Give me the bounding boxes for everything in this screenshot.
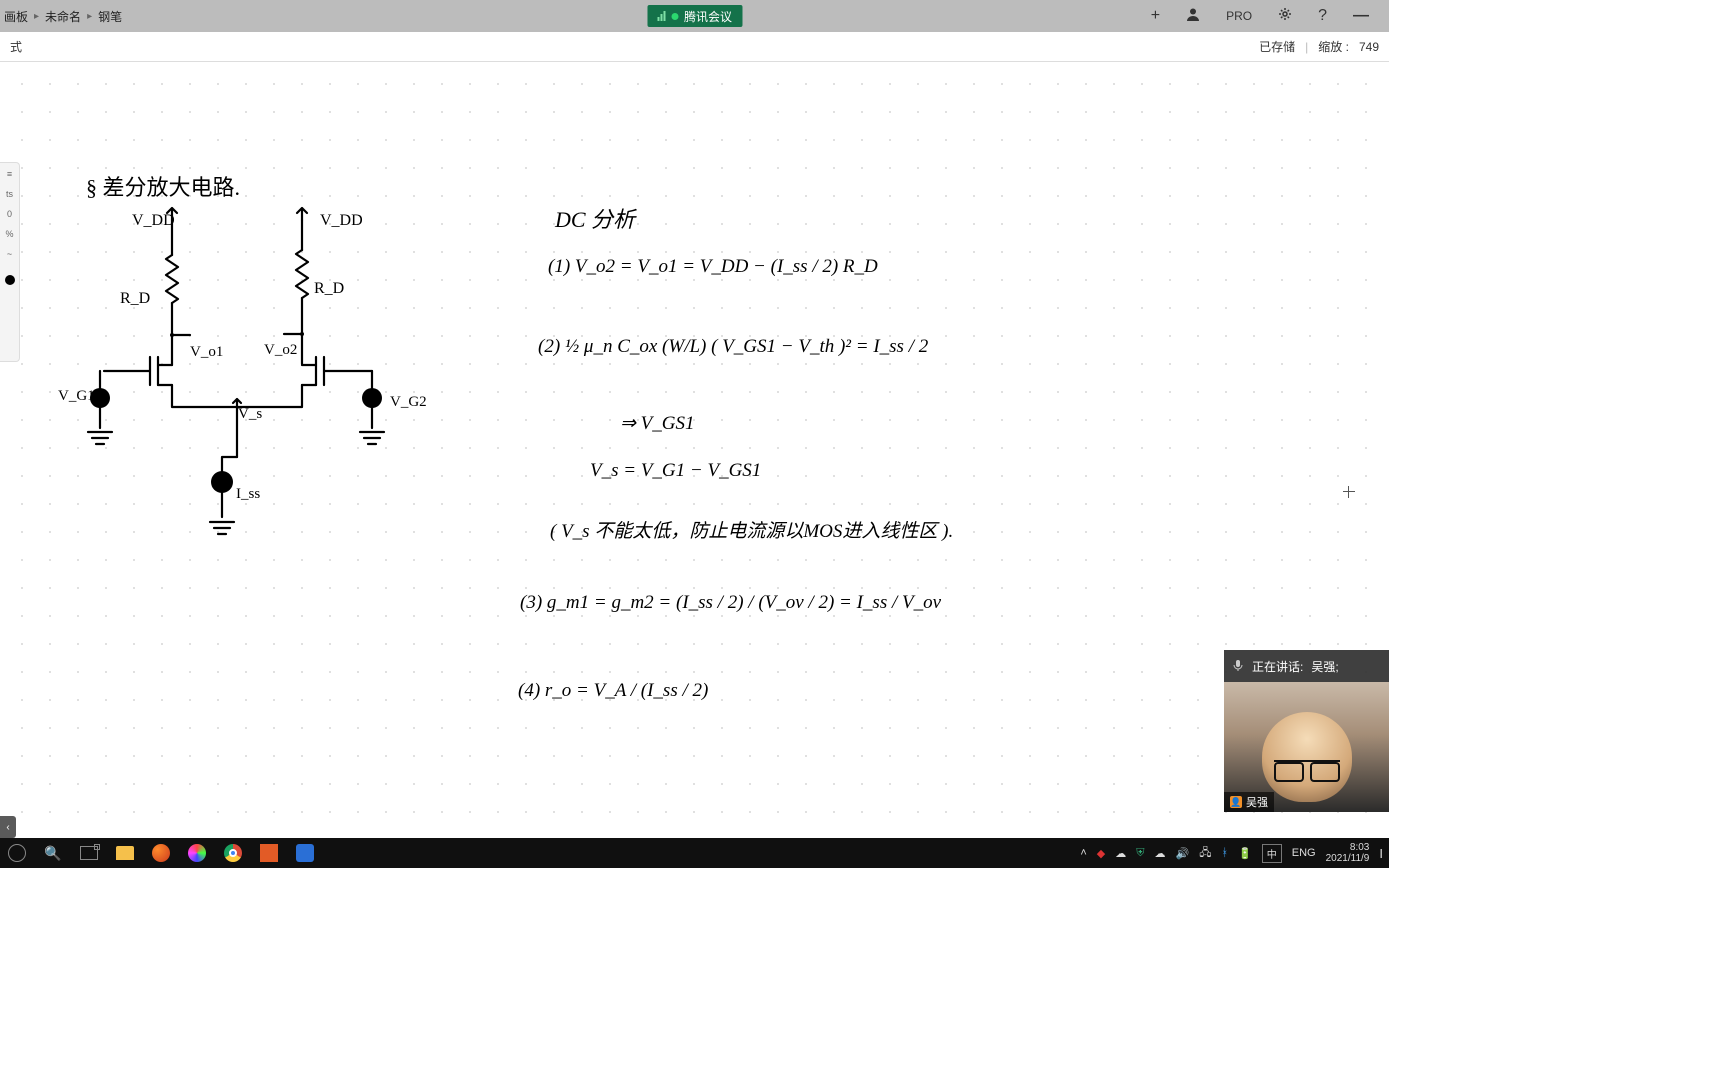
breadcrumb: 画板 ▸ 未命名 ▸ 钢笔 [0,8,122,25]
whiteboard-canvas[interactable]: ≡ ts 0 % ~ ‹ § 差分放大电路. V_DD V_DD R_D R_D… [0,62,1389,838]
hw-title: § 差分放大电路. [86,170,240,202]
hw-eq3: (3) g_m1 = g_m2 = (I_ss / 2) / (V_ov / 2… [520,592,941,614]
keyboard-lang[interactable]: ENG [1292,847,1316,859]
hw-vo2: V_o2 [264,342,297,359]
user-icon[interactable] [1186,7,1200,26]
system-tray: ˄ ◆ ☁ ⛨ ☁ 🔊 🖧 ᚼ 🔋 中 ENG 8:03 2021/11/9 I [1080,842,1383,864]
tray-up-icon[interactable]: ˄ [1080,847,1086,859]
search-icon[interactable]: 🔍 [42,842,64,864]
meeting-app-icon[interactable] [294,842,316,864]
left-tool-panel[interactable]: ≡ ts 0 % ~ [0,162,20,362]
webcam-nametag: 👤 吴强 [1224,792,1274,812]
tray-app-icon[interactable]: ◆ [1097,847,1105,860]
hw-rd-left: R_D [120,290,150,308]
collapse-panel-button[interactable]: ‹ [0,816,16,838]
pro-label[interactable]: PRO [1226,9,1252,23]
chevron-right-icon: ▸ [34,11,39,22]
file-explorer-icon[interactable] [114,842,136,864]
hw-vs: V_s [238,406,262,423]
start-button[interactable] [6,842,28,864]
speaking-name: 吴强; [1311,658,1338,675]
window-titlebar: 画板 ▸ 未命名 ▸ 钢笔 腾讯会议 + PRO ? — [0,0,1389,32]
signal-icon [657,11,665,21]
tray-cloud-icon[interactable]: ☁ [1115,847,1126,860]
toolbar: 式 已存储 | 缩放 : 749 [0,32,1389,62]
hw-eq2b: ⇒ V_GS1 [620,412,695,435]
divider: | [1305,40,1308,54]
clock[interactable]: 8:03 2021/11/9 [1326,842,1370,864]
hw-eq2c: V_s = V_G1 − V_GS1 [590,460,761,482]
minimize-icon[interactable]: — [1353,7,1369,25]
hw-eq2a: (2) ½ μ_n C_ox (W/L) ( V_GS1 − V_th )² =… [538,336,928,358]
hw-vg2: V_G2 [390,394,427,411]
taskbar: 🔍 ˄ ◆ ☁ ⛨ ☁ 🔊 🖧 ᚼ 🔋 中 ENG 8:03 2021/11/9… [0,838,1389,868]
chevron-left-icon: ‹ [6,822,9,833]
help-icon[interactable]: ? [1318,7,1327,25]
hw-eq2d: ( V_s 不能太低，防止电流源以MOS进入线性区 ). [550,516,953,543]
user-badge-icon: 👤 [1230,796,1242,808]
firefox-icon[interactable] [150,842,172,864]
tray-bluetooth-icon[interactable]: ᚼ [1221,847,1228,859]
tool-item[interactable]: ~ [7,249,12,259]
breadcrumb-leaf[interactable]: 钢笔 [98,8,122,25]
top-right-actions: + PRO ? — [1151,7,1389,26]
meeting-label: 腾讯会议 [684,8,732,25]
clock-date: 2021/11/9 [1326,853,1370,864]
tray-onedrive-icon[interactable]: ☁ [1155,847,1166,860]
webcam-name: 吴强 [1246,794,1268,810]
record-dot-icon [671,13,678,20]
tray-net-icon[interactable]: 🖧 [1199,844,1211,863]
cursor-crosshair-icon [1343,486,1355,498]
hw-vdd-right: V_DD [320,212,363,230]
tray-volume-icon[interactable]: 🔊 [1176,847,1190,860]
task-view-icon[interactable] [78,842,100,864]
color-dot-icon[interactable] [5,275,15,285]
breadcrumb-root[interactable]: 画板 [4,8,28,25]
zoom-value[interactable]: 749 [1359,40,1379,54]
hw-eq1: (1) V_o2 = V_o1 = V_DD − (I_ss / 2) R_D [548,256,878,278]
ime-lang[interactable]: 中 [1262,844,1282,863]
mode-label[interactable]: 式 [10,38,22,55]
hw-iss: I_ss [236,486,260,503]
breadcrumb-mid[interactable]: 未命名 [45,8,81,25]
tool-handle-icon: ≡ [7,169,12,179]
color-app-icon[interactable] [186,842,208,864]
hw-rd-right: R_D [314,280,344,298]
tray-guard-icon[interactable]: ⛨ [1136,847,1144,860]
tool-item[interactable]: 0 [7,209,12,219]
tray-battery-icon[interactable]: 🔋 [1238,847,1252,860]
add-icon[interactable]: + [1151,7,1160,25]
meeting-indicator[interactable]: 腾讯会议 [647,5,742,27]
mic-icon [1232,659,1244,674]
hw-dc-title: DC 分析 [555,202,635,234]
clock-time: 8:03 [1326,842,1370,853]
webcam-thumbnail[interactable]: 👤 吴强 [1224,682,1389,812]
tool-item[interactable]: ts [6,189,13,199]
hw-vdd-left: V_DD [132,212,175,230]
hw-eq4: (4) r_o = V_A / (I_ss / 2) [518,680,708,702]
notification-icon[interactable]: I [1379,846,1383,861]
zoom-label: 缩放 : [1318,38,1349,55]
chevron-right-icon: ▸ [87,11,92,22]
tool-item[interactable]: % [5,229,13,239]
hw-vo1: V_o1 [190,344,223,361]
speaking-label: 正在讲话: [1252,658,1303,675]
app-orange-icon[interactable] [258,842,280,864]
saved-status: 已存储 [1259,38,1295,55]
hw-vg1: V_G1 [58,388,95,405]
gear-icon[interactable] [1278,7,1292,26]
speaking-now-bar: 正在讲话: 吴强; [1224,650,1389,682]
chrome-icon[interactable] [222,842,244,864]
